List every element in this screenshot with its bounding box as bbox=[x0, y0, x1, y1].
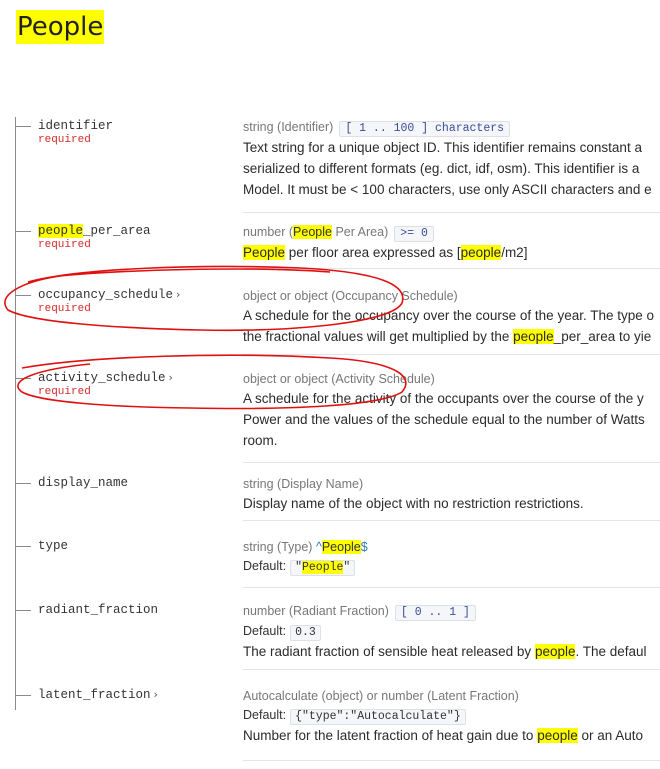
property-name[interactable]: activity_schedule › bbox=[38, 370, 173, 386]
tree-branch bbox=[15, 231, 31, 232]
property-name[interactable]: occupancy_schedule › bbox=[38, 287, 180, 303]
pattern-text: ^People$ bbox=[315, 540, 368, 554]
tree-branch bbox=[15, 546, 31, 547]
property-type: object or object (Activity Schedule) bbox=[243, 372, 435, 386]
constraint-badge: [ 0 .. 1 ] bbox=[394, 605, 476, 621]
default-value: Default: {"type":"Autocalculate"} bbox=[243, 705, 660, 725]
property-type: string (Type) ^People$ bbox=[243, 540, 368, 554]
tree-branch bbox=[15, 126, 31, 127]
property-name: people_per_area bbox=[38, 224, 151, 238]
chevron-right-icon[interactable]: › bbox=[154, 688, 158, 701]
property-name: type bbox=[38, 539, 69, 553]
tree-branch bbox=[15, 295, 31, 296]
page-title: People bbox=[16, 10, 105, 44]
required-label: required bbox=[38, 239, 91, 251]
property-description: A schedule for the occupancy over the co… bbox=[243, 308, 655, 344]
default-code: 0.3 bbox=[290, 625, 321, 641]
property-description: Display name of the object with no restr… bbox=[243, 496, 584, 511]
property-description: Number for the latent fraction of heat g… bbox=[243, 728, 644, 743]
property-description: People per floor area expressed as [peop… bbox=[243, 245, 528, 260]
tree-line bbox=[15, 117, 16, 710]
tree-branch bbox=[15, 610, 31, 611]
property-name: identifier bbox=[38, 119, 114, 133]
tree-branch bbox=[15, 378, 31, 379]
default-code: "People" bbox=[290, 560, 356, 576]
property-name[interactable]: latent_fraction › bbox=[38, 687, 158, 703]
property-type: number (Radiant Fraction)[ 0 .. 1 ] bbox=[243, 602, 660, 621]
required-label: required bbox=[38, 386, 91, 398]
chevron-right-icon[interactable]: › bbox=[169, 371, 173, 384]
default-code: {"type":"Autocalculate"} bbox=[290, 709, 466, 725]
property-name: radiant_fraction bbox=[38, 603, 159, 617]
property-type: Autocalculate (object) or number (Latent… bbox=[243, 689, 519, 703]
property-name: display_name bbox=[38, 476, 129, 490]
required-label: required bbox=[38, 134, 91, 146]
default-value: Default: "People" bbox=[243, 556, 660, 576]
property-description: The radiant fraction of sensible heat re… bbox=[243, 644, 647, 659]
property-type: number (People Per Area) >= 0 bbox=[243, 223, 660, 242]
tree-branch bbox=[15, 483, 31, 484]
property-type: string (Display Name) bbox=[243, 477, 364, 491]
constraint-badge: >= 0 bbox=[394, 226, 434, 242]
property-description: Text string for a unique object ID. This… bbox=[243, 140, 652, 197]
property-description: A schedule for the activity of the occup… bbox=[243, 391, 645, 448]
property-type: object or object (Occupancy Schedule) bbox=[243, 289, 458, 303]
property-type: string (Identifier)[ 1 .. 100 ] characte… bbox=[243, 118, 660, 137]
default-value: Default: 0.3 bbox=[243, 621, 660, 641]
chevron-right-icon[interactable]: › bbox=[176, 288, 180, 301]
tree-branch bbox=[15, 695, 31, 696]
constraint-badge: [ 1 .. 100 ] characters bbox=[339, 121, 511, 137]
required-label: required bbox=[38, 303, 91, 315]
